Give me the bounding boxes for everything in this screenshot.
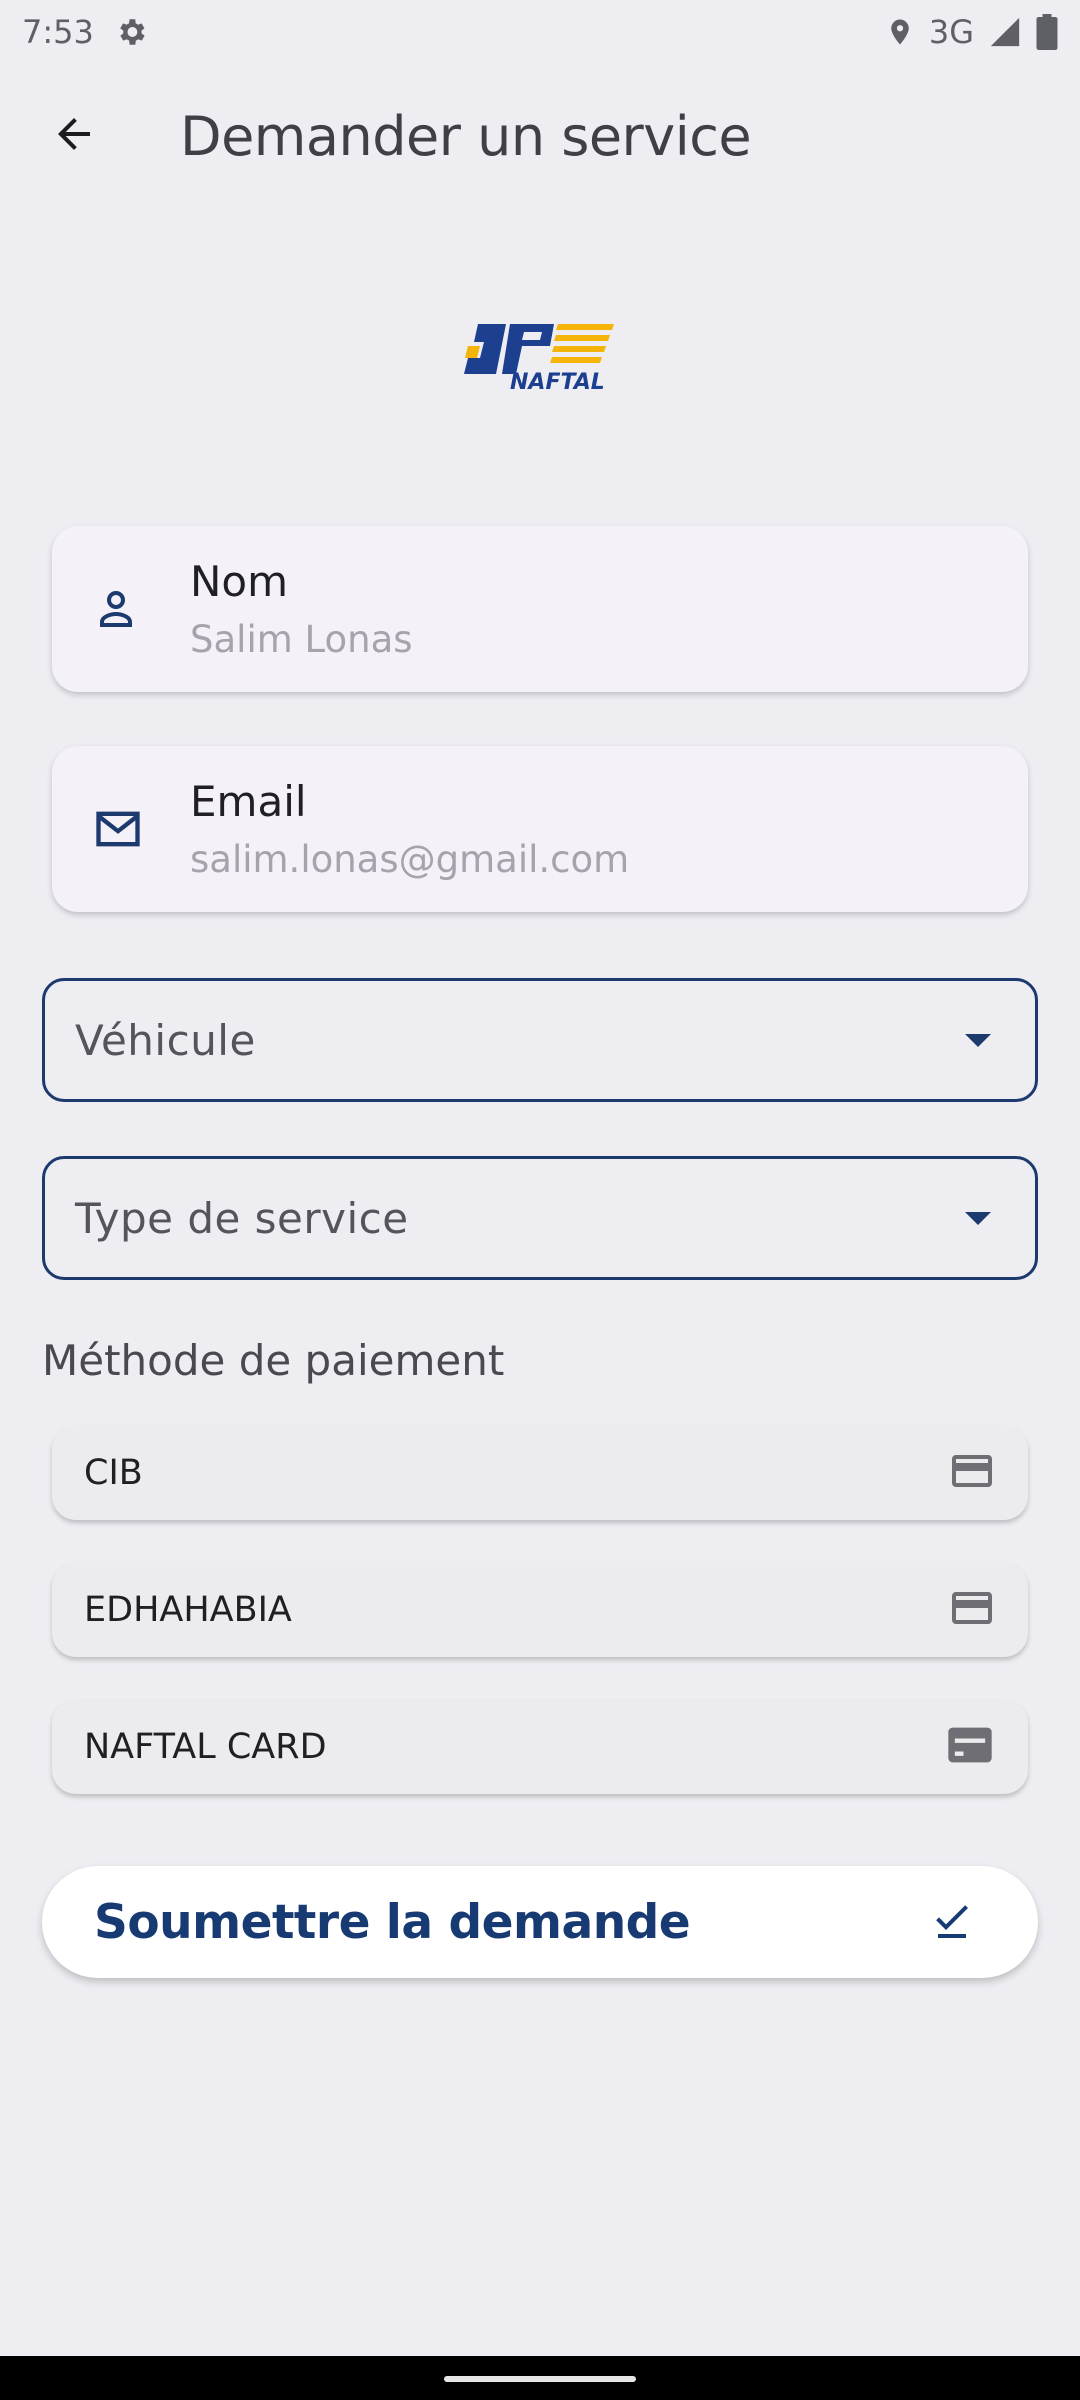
payment-option-cib[interactable]: CIB [52, 1426, 1028, 1520]
name-card: Nom Salim Lonas [52, 526, 1028, 692]
credit-card-icon [948, 1584, 996, 1636]
service-type-dropdown[interactable]: Type de service [42, 1156, 1038, 1280]
submit-request-button[interactable]: Soumettre la demande [42, 1866, 1038, 1978]
mail-icon [92, 803, 178, 855]
payment-section-title: Méthode de paiement [42, 1336, 505, 1385]
dropdown-arrow-icon [965, 1211, 991, 1225]
battery-icon [1036, 14, 1058, 50]
arrow-back-icon [50, 110, 98, 162]
status-bar: 7:53 3G [0, 0, 1080, 64]
location-icon [885, 15, 915, 49]
email-card: Email salim.lonas@gmail.com [52, 746, 1028, 912]
payment-option-naftal-card[interactable]: NAFTAL CARD [52, 1700, 1028, 1794]
service-type-dropdown-label: Type de service [75, 1193, 409, 1243]
payment-option-edhahabia[interactable]: EDHAHABIA [52, 1563, 1028, 1657]
card-filled-icon [944, 1719, 996, 1775]
naftal-logo: NAFTAL [458, 318, 618, 395]
system-nav-bar [0, 2356, 1080, 2400]
network-type: 3G [928, 13, 974, 51]
signal-icon [988, 15, 1022, 49]
name-value: Salim Lonas [190, 618, 413, 661]
home-gesture-handle[interactable] [444, 2376, 636, 2382]
payment-option-label: EDHAHABIA [84, 1590, 292, 1630]
settings-icon [114, 15, 148, 49]
vehicle-dropdown-label: Véhicule [75, 1015, 256, 1065]
name-label: Nom [190, 557, 289, 606]
credit-card-icon [948, 1447, 996, 1499]
back-button[interactable] [18, 80, 130, 192]
email-value: salim.lonas@gmail.com [190, 838, 630, 881]
vehicle-dropdown[interactable]: Véhicule [42, 978, 1038, 1102]
check-icon [928, 1896, 976, 1948]
submit-label: Soumettre la demande [94, 1894, 691, 1950]
name-card-text: Nom Salim Lonas [190, 557, 413, 661]
email-card-text: Email salim.lonas@gmail.com [190, 777, 629, 881]
dropdown-arrow-icon [965, 1033, 991, 1047]
person-icon [92, 585, 178, 633]
payment-option-label: CIB [84, 1453, 143, 1493]
logo-text: NAFTAL [510, 370, 605, 394]
status-time: 7:53 [22, 13, 94, 51]
app-bar: Demander un service [0, 80, 1080, 192]
page-title: Demander un service [180, 104, 752, 168]
email-label: Email [190, 777, 307, 826]
status-left: 7:53 [22, 13, 148, 51]
status-right: 3G [885, 13, 1058, 51]
payment-option-label: NAFTAL CARD [84, 1727, 327, 1767]
